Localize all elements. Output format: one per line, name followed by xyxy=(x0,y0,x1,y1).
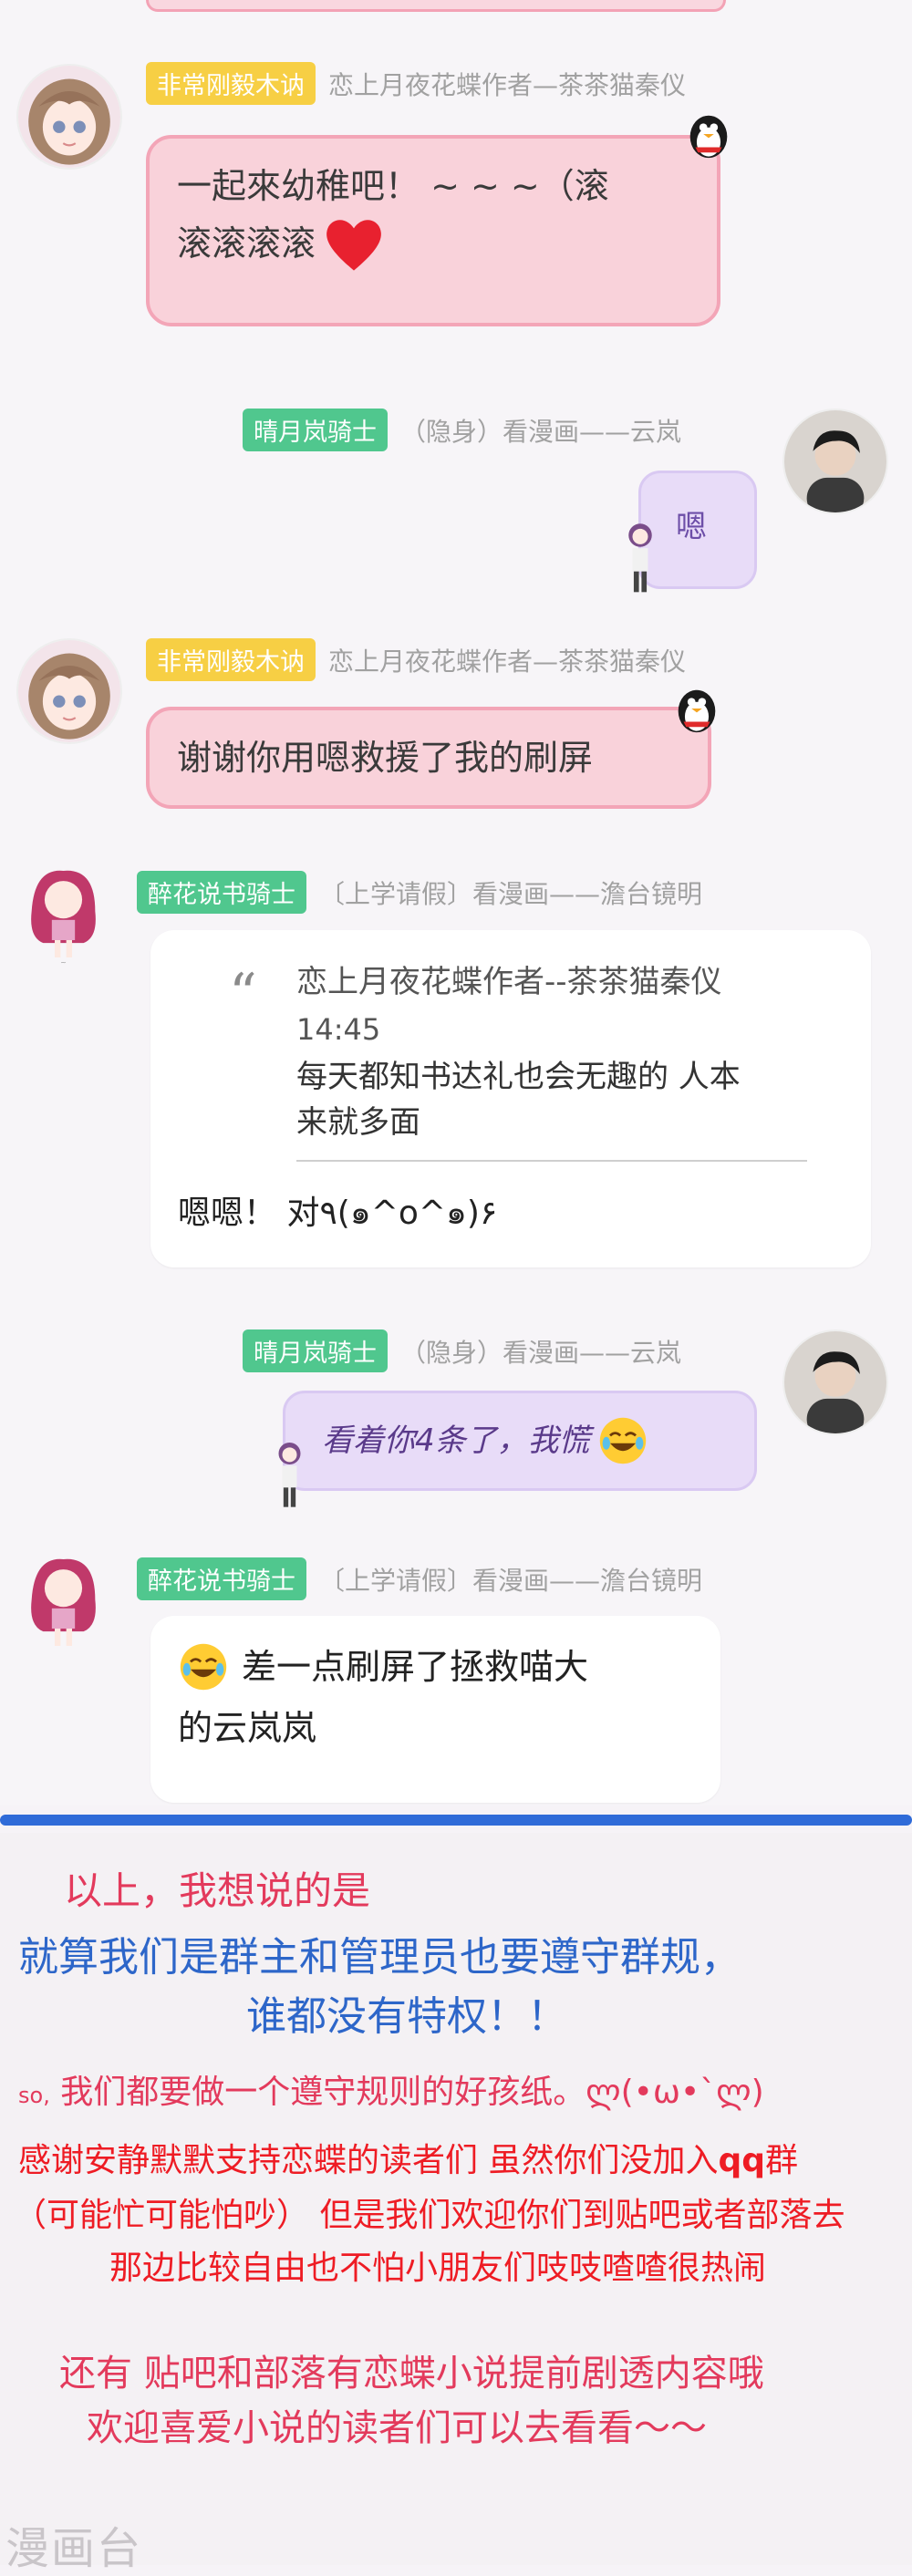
chat-area: 非常刚毅木讷 恋上月夜花蝶作者—茶茶猫秦仪 一起來幼稚吧！ ~ ~ ~（滚 滚滚… xyxy=(0,0,912,1805)
penguin-icon xyxy=(670,682,723,735)
laughing-emoji-icon xyxy=(180,1644,227,1691)
reply-bubble[interactable]: “ 恋上月夜花蝶作者--茶茶猫秦仪 14:45 每天都知书达礼也会无趣的 人本 … xyxy=(150,930,871,1267)
quote-mark-icon: “ xyxy=(229,962,257,1026)
message-bubble[interactable]: 差一点刷屏了拯救喵大 的云岚岚 xyxy=(150,1616,720,1803)
message-meta: 醉花说书骑士 〔上学请假〕看漫画——澹台镜明 xyxy=(137,871,702,914)
message-meta: 晴月岚骑士 （隐身）看漫画——云岚 xyxy=(243,409,681,451)
previous-bubble-edge xyxy=(146,0,726,12)
message-text: 一起來幼稚吧！ ~ ~ ~（滚 xyxy=(177,166,609,206)
note-prefix: so, xyxy=(18,2083,50,2108)
laughing-emoji-icon xyxy=(599,1417,646,1464)
quoted-author: 恋上月夜花蝶作者--茶茶猫秦仪 xyxy=(296,964,722,1000)
user-title-badge: 非常刚毅木讷 xyxy=(146,638,316,681)
quoted-time: 14:45 xyxy=(296,1012,381,1047)
user-title-badge: 醉花说书骑士 xyxy=(137,871,306,914)
message-text: 谢谢你用嗯救援了我的刷屏 xyxy=(177,738,594,778)
penguin-icon xyxy=(682,108,735,160)
message-text: 的云岚岚 xyxy=(178,1707,317,1748)
chibi-sticker-figure xyxy=(613,520,668,597)
sticker-bubble[interactable]: 看着你4条了，我慌 xyxy=(283,1391,757,1491)
quoted-text: 每天都知书达礼也会无趣的 人本 xyxy=(296,1059,741,1095)
note-text: 就算我们是群主和管理员也要遵守群规， xyxy=(18,1934,741,1981)
message-meta: 非常刚毅木讷 恋上月夜花蝶作者—茶茶猫秦仪 xyxy=(146,638,686,681)
notes-section: 以上，我想说的是 就算我们是群主和管理员也要遵守群规， 谁都没有特权！！ so,… xyxy=(0,1833,912,2565)
avatar-anime-girl[interactable] xyxy=(16,638,122,744)
user-title-badge: 醉花说书骑士 xyxy=(137,1557,306,1600)
avatar-photo[interactable] xyxy=(782,1329,888,1435)
avatar-chibi-girl[interactable]: ~ xyxy=(20,862,107,967)
note-text-row: so, 我们都要做一个遵守规则的好孩纸。ლ(•ω•`ლ) xyxy=(18,2065,764,2113)
user-title-badge: 晴月岚骑士 xyxy=(243,1329,388,1372)
watermark-logo: 漫画台 xyxy=(5,2523,143,2574)
avatar-anime-girl[interactable] xyxy=(16,64,122,170)
note-text: 还有 贴吧和部落有恋蝶小说提前剧透内容哦 xyxy=(59,2353,764,2395)
quoted-text: 来就多面 xyxy=(296,1104,420,1141)
note-text: 群 xyxy=(765,2142,799,2179)
sticker-text: 嗯 xyxy=(676,509,707,545)
avatar-chibi-girl[interactable] xyxy=(20,1550,107,1655)
section-divider xyxy=(0,1815,912,1826)
message-bubble[interactable]: 谢谢你用嗯救援了我的刷屏 xyxy=(146,707,711,809)
reply-text: 嗯嗯！ 对٩(๑^o^๑)۶ xyxy=(178,1195,498,1232)
message-meta: 晴月岚骑士 （隐身）看漫画——云岚 xyxy=(243,1329,681,1372)
note-text: 我们都要做一个遵守规则的好孩纸。ლ(•ω•`ლ) xyxy=(60,2074,764,2111)
message-text: 看着你4条了，我慌 xyxy=(322,1422,590,1459)
sender-name: （隐身）看漫画——云岚 xyxy=(400,1337,682,1368)
svg-text:~: ~ xyxy=(60,958,67,967)
heart-icon xyxy=(326,220,381,271)
sender-name: 恋上月夜花蝶作者—茶茶猫秦仪 xyxy=(328,646,687,677)
avatar-photo[interactable] xyxy=(782,409,888,514)
sender-name: （隐身）看漫画——云岚 xyxy=(400,416,682,447)
message-bubble[interactable]: 一起來幼稚吧！ ~ ~ ~（滚 滚滚滚滚 xyxy=(146,135,720,326)
note-text-row: 感谢安静默默支持恋蝶的读者们 虽然你们没加入qq群 xyxy=(18,2134,798,2181)
note-text: （可能忙可能怕吵） 但是我们欢迎你们到贴吧或者部落去 xyxy=(14,2197,845,2234)
sender-name: 恋上月夜花蝶作者—茶茶猫秦仪 xyxy=(328,69,687,100)
sender-name: 〔上学请假〕看漫画——澹台镜明 xyxy=(319,1565,703,1596)
message-meta: 非常刚毅木讷 恋上月夜花蝶作者—茶茶猫秦仪 xyxy=(146,62,686,105)
note-text: 感谢安静默默支持恋蝶的读者们 虽然你们没加入 xyxy=(18,2142,719,2179)
note-heading: 以上，我想说的是 xyxy=(64,1868,371,1913)
message-text: 差一点刷屏了拯救喵大 xyxy=(242,1647,589,1687)
user-title-badge: 非常刚毅木讷 xyxy=(146,62,316,105)
note-text: 那边比较自由也不怕小朋友们吱吱喳喳很热闹 xyxy=(109,2250,767,2287)
quote-divider xyxy=(296,1160,807,1162)
sender-name: 〔上学请假〕看漫画——澹台镜明 xyxy=(319,878,703,909)
chibi-sticker-figure xyxy=(264,1439,315,1512)
note-text: 欢迎喜爱小说的读者们可以去看看～～ xyxy=(87,2407,707,2449)
user-title-badge: 晴月岚骑士 xyxy=(243,409,388,451)
message-meta: 醉花说书骑士 〔上学请假〕看漫画——澹台镜明 xyxy=(137,1557,702,1600)
message-text: 滚滚滚滚 xyxy=(177,223,316,264)
note-text: 谁都没有特权！！ xyxy=(246,1993,567,2040)
qq-highlight: qq xyxy=(718,2142,765,2179)
